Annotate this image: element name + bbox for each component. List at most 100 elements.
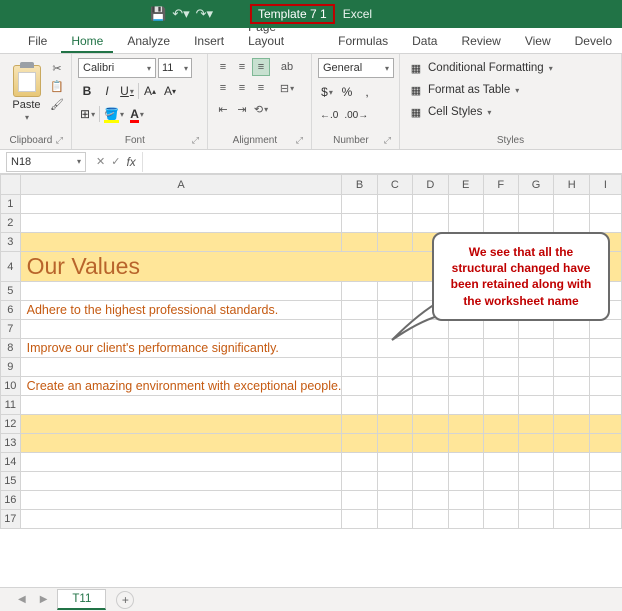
tab-file[interactable]: File [18, 30, 57, 53]
format-painter-icon[interactable]: 🖌 [49, 98, 65, 112]
row-header[interactable]: 11 [1, 396, 21, 415]
tab-data[interactable]: Data [402, 30, 447, 53]
dialog-launcher-icon[interactable]: ⤢ [296, 135, 305, 146]
cut-icon[interactable]: ✂ [49, 62, 65, 76]
enter-icon[interactable]: ✓ [111, 155, 120, 168]
fill-color-button[interactable]: 🪣▾ [102, 104, 126, 124]
row-header[interactable]: 16 [1, 491, 21, 510]
value-cell[interactable]: Improve our client's performance signifi… [20, 339, 342, 358]
copy-icon[interactable]: 📋 [49, 80, 65, 94]
select-all-corner[interactable] [1, 175, 21, 195]
increase-indent-icon[interactable]: ⇥ [233, 100, 251, 118]
ribbon-tabs: File Home Analyze Insert Page Layout For… [0, 28, 622, 54]
align-middle-icon[interactable]: ≡ [233, 58, 251, 76]
decrease-font-icon[interactable]: A▾ [161, 81, 179, 101]
align-bottom-icon[interactable]: ≡ [252, 58, 270, 76]
value-cell[interactable]: Adhere to the highest professional stand… [20, 301, 342, 320]
next-sheet-icon[interactable]: ▶ [36, 594, 52, 605]
align-left-icon[interactable]: ≡ [214, 79, 232, 97]
row-header[interactable]: 13 [1, 434, 21, 453]
increase-font-icon[interactable]: A▴ [141, 81, 159, 101]
group-clipboard: Paste ▾ ✂ 📋 🖌 Clipboard⤢ [0, 54, 72, 149]
redo-icon[interactable]: ↷▾ [196, 6, 213, 22]
font-size-select[interactable]: 11▾ [158, 58, 192, 78]
col-header[interactable]: C [377, 175, 412, 195]
wrap-text-icon[interactable]: ab [278, 58, 296, 76]
dialog-launcher-icon[interactable]: ⤢ [56, 135, 65, 146]
currency-button[interactable]: $▾ [318, 82, 336, 102]
col-header[interactable]: I [589, 175, 621, 195]
dialog-launcher-icon[interactable]: ⤢ [192, 135, 201, 146]
borders-button[interactable]: ⊞▾ [78, 104, 97, 124]
row-header[interactable]: 10 [1, 377, 21, 396]
tab-formulas[interactable]: Formulas [328, 30, 398, 53]
row-header[interactable]: 15 [1, 472, 21, 491]
align-right-icon[interactable]: ≡ [252, 79, 270, 97]
dialog-launcher-icon[interactable]: ⤢ [384, 135, 393, 146]
grid-icon: ▦ [408, 61, 424, 75]
row-header[interactable]: 8 [1, 339, 21, 358]
merge-icon[interactable]: ⊟▾ [278, 79, 296, 97]
increase-decimal-icon[interactable]: ←.0 [318, 105, 340, 125]
row-header[interactable]: 17 [1, 510, 21, 529]
italic-button[interactable]: I [98, 81, 116, 101]
row-header[interactable]: 3 [1, 233, 21, 252]
add-sheet-button[interactable]: + [116, 591, 134, 609]
annotation-callout: We see that all the structural changed h… [432, 232, 610, 321]
row-header[interactable]: 7 [1, 320, 21, 339]
formula-bar-row: N18▾ ✕ ✓ fx [0, 150, 622, 174]
value-cell[interactable]: Create an amazing environment with excep… [20, 377, 342, 396]
tab-view[interactable]: View [515, 30, 561, 53]
col-header[interactable]: H [554, 175, 589, 195]
decrease-decimal-icon[interactable]: .00→ [342, 105, 370, 125]
group-label: Clipboard [6, 133, 56, 147]
cancel-icon[interactable]: ✕ [96, 155, 105, 168]
paste-button[interactable]: Paste ▾ [6, 58, 47, 128]
number-format-select[interactable]: General▾ [318, 58, 394, 78]
orientation-icon[interactable]: ⟲▾ [252, 100, 270, 118]
group-styles: ▦Conditional Formatting▾ ▦Format as Tabl… [400, 54, 622, 149]
underline-button[interactable]: U▾ [118, 81, 136, 101]
conditional-formatting-button[interactable]: ▦Conditional Formatting▾ [406, 58, 615, 78]
document-title: Template 7 1 [250, 4, 335, 24]
align-top-icon[interactable]: ≡ [214, 58, 232, 76]
prev-sheet-icon[interactable]: ◀ [14, 594, 30, 605]
col-header[interactable]: D [413, 175, 448, 195]
sheet-tab-active[interactable]: T11 [57, 589, 106, 610]
comma-button[interactable]: , [358, 82, 376, 102]
tab-home[interactable]: Home [61, 30, 113, 53]
title-bar: 💾 ↶▾ ↷▾ Template 7 1 Excel [0, 0, 622, 28]
name-box[interactable]: N18▾ [6, 152, 86, 172]
spreadsheet-grid[interactable]: A B C D E F G H I 1 2 3 4Our Values 5 6A… [0, 174, 622, 529]
col-header[interactable]: A [20, 175, 342, 195]
row-header[interactable]: 9 [1, 358, 21, 377]
col-header[interactable]: E [448, 175, 483, 195]
row-header[interactable]: 2 [1, 214, 21, 233]
percent-button[interactable]: % [338, 82, 356, 102]
align-center-icon[interactable]: ≡ [233, 79, 251, 97]
row-header[interactable]: 12 [1, 415, 21, 434]
tab-developer[interactable]: Develo [565, 30, 622, 53]
save-icon[interactable]: 💾 [150, 6, 166, 22]
font-color-button[interactable]: A▾ [128, 104, 146, 124]
font-name-select[interactable]: Calibri▾ [78, 58, 156, 78]
col-header[interactable]: G [518, 175, 554, 195]
format-as-table-button[interactable]: ▦Format as Table▾ [406, 80, 615, 100]
tab-review[interactable]: Review [451, 30, 510, 53]
fx-icon[interactable]: fx [126, 155, 135, 169]
undo-icon[interactable]: ↶▾ [172, 6, 189, 22]
tab-analyze[interactable]: Analyze [117, 30, 180, 53]
decrease-indent-icon[interactable]: ⇤ [214, 100, 232, 118]
row-header[interactable]: 6 [1, 301, 21, 320]
formula-bar[interactable] [142, 152, 622, 172]
cell-styles-button[interactable]: ▦Cell Styles▾ [406, 102, 615, 122]
row-header[interactable]: 5 [1, 282, 21, 301]
tab-insert[interactable]: Insert [184, 30, 234, 53]
col-header[interactable]: B [342, 175, 377, 195]
row-header[interactable]: 4 [1, 252, 21, 282]
row-header[interactable]: 1 [1, 195, 21, 214]
col-header[interactable]: F [483, 175, 518, 195]
group-label: Alignment [214, 133, 296, 147]
bold-button[interactable]: B [78, 81, 96, 101]
row-header[interactable]: 14 [1, 453, 21, 472]
